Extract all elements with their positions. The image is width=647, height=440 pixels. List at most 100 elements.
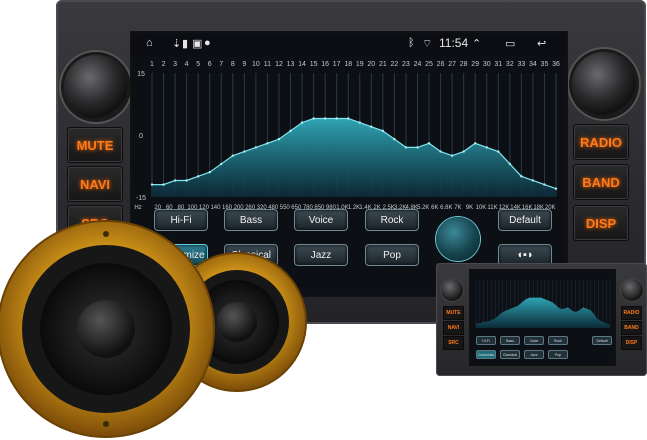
band-number: 18 [344,61,352,68]
eq-band-point[interactable] [508,162,512,166]
frequency-label: 9K [466,205,473,211]
eq-band-point[interactable] [439,150,442,153]
navi-button[interactable]: NAVI [67,166,123,202]
eq-band-point[interactable] [462,150,465,153]
speakers-illustration [0,220,307,438]
frequency-label: 6K [431,205,438,211]
eq-band-point[interactable] [358,121,361,124]
band-number: 34 [529,61,537,68]
preset-default-button[interactable]: Default [498,209,552,231]
frequency-label: 5.2K [417,205,429,211]
eq-band-point[interactable] [277,137,281,141]
band-number: 13 [287,61,295,68]
equalizer-chart[interactable]: 1 2 3 4 5 6 7 8 9 10 11 12 13 14 15 16 17 18 19 20 21 22 23 24 2… [132,55,566,225]
up-arrow-icon[interactable]: ⌃ [472,37,481,50]
mini-radio-button: RADIO [621,306,642,320]
eq-band-point[interactable] [162,183,165,186]
band-button[interactable]: BAND [573,164,629,200]
band-number: 4 [185,61,189,68]
band-number: 6 [208,61,212,68]
eq-band-point[interactable] [289,129,292,133]
eq-band-point[interactable] [497,150,500,153]
eq-band-point[interactable] [323,117,327,120]
band-number: 11 [264,61,271,68]
eq-band-point[interactable] [312,117,315,120]
eq-curve-area [152,118,556,197]
eq-band-point[interactable] [404,146,408,149]
band-number: 36 [552,61,560,68]
eq-band-point[interactable] [243,150,246,153]
disp-button[interactable]: DISP [573,205,629,241]
eq-band-point[interactable] [381,129,385,133]
eq-band-point[interactable] [196,175,200,178]
eq-band-point[interactable] [485,146,488,149]
y-tick-label: 0 [139,133,143,140]
equalizer-svg[interactable]: 1 2 3 4 5 6 7 8 9 10 11 12 13 14 15 16 17 18 19 20 21 22 23 24 2… [132,55,566,225]
eq-band-point[interactable] [554,187,558,190]
multitask-icon[interactable]: ▭ [505,37,515,50]
home-icon[interactable]: ⌂ [146,37,153,49]
eq-band-point[interactable] [208,171,211,174]
mini-mute-button: MUTE [443,306,464,320]
eq-band-point[interactable] [254,146,258,149]
eq-volume-dial[interactable] [436,217,480,261]
mute-button[interactable]: MUTE [67,127,123,163]
y-tick-label: 15 [137,71,145,78]
band-number: 33 [517,61,525,68]
band-number: 8 [231,61,235,68]
eq-band-point[interactable] [173,179,177,182]
band-number: 7 [219,61,223,68]
eq-band-point[interactable] [266,142,269,145]
eq-band-point[interactable] [347,117,350,120]
mini-right-knob [621,279,643,301]
frequency-label: Hz [134,205,141,211]
frequency-label: 11K [487,205,497,211]
eq-band-point[interactable] [150,183,154,186]
eq-band-point[interactable] [393,137,396,141]
band-number: 28 [460,61,468,68]
large-speaker [0,220,215,438]
band-number: 21 [379,61,387,68]
band-number: 31 [494,61,502,68]
band-number: 29 [471,61,479,68]
mini-eq-svg [475,280,611,328]
band-number: 12 [275,61,283,68]
band-number: 32 [506,61,514,68]
eq-band-point[interactable] [335,117,338,120]
frequency-label: 550 [280,205,291,211]
band-number: 20 [367,61,375,68]
eq-band-point[interactable] [416,146,419,149]
frequency-label: 140 [210,205,221,211]
image-icon: ▣ [192,38,203,50]
mini-preset: Voice [524,336,544,345]
mini-preset: Customize [476,350,496,359]
eq-band-point[interactable] [450,154,454,157]
left-volume-knob[interactable] [64,55,128,119]
eq-band-point[interactable] [520,175,523,178]
record-icon: ● [204,37,211,49]
eq-band-point[interactable] [300,121,304,124]
mini-disp-button: DISP [621,336,642,350]
eq-band-point[interactable] [474,142,477,145]
back-icon[interactable]: ↩ [537,37,546,50]
eq-band-point[interactable] [220,162,223,166]
radio-button[interactable]: RADIO [573,124,629,160]
frequency-label: 7K [454,205,461,211]
band-number: 22 [391,61,399,68]
sd-icon: ▮ [182,38,189,50]
mini-preset: Jazz [524,350,544,359]
eq-band-point[interactable] [427,142,431,145]
eq-band-point[interactable] [185,179,188,182]
mini-preview-unit: MUTE NAVI SRC RADIO BAND DISP Hi-Fi Bass… [436,263,647,376]
eq-band-point[interactable] [370,125,373,128]
eq-band-point[interactable] [531,179,535,182]
band-number: 2 [162,61,166,68]
eq-band-point[interactable] [543,183,546,186]
eq-band-point[interactable] [231,154,234,157]
band-number: 3 [173,61,177,68]
band-number: 10 [252,61,260,68]
right-tuning-knob[interactable] [572,52,636,116]
mini-preset: Hi-Fi [476,336,496,345]
mini-preset: Classical [500,350,520,359]
speaker-balance-icon: ◖▪◗ [516,249,534,261]
